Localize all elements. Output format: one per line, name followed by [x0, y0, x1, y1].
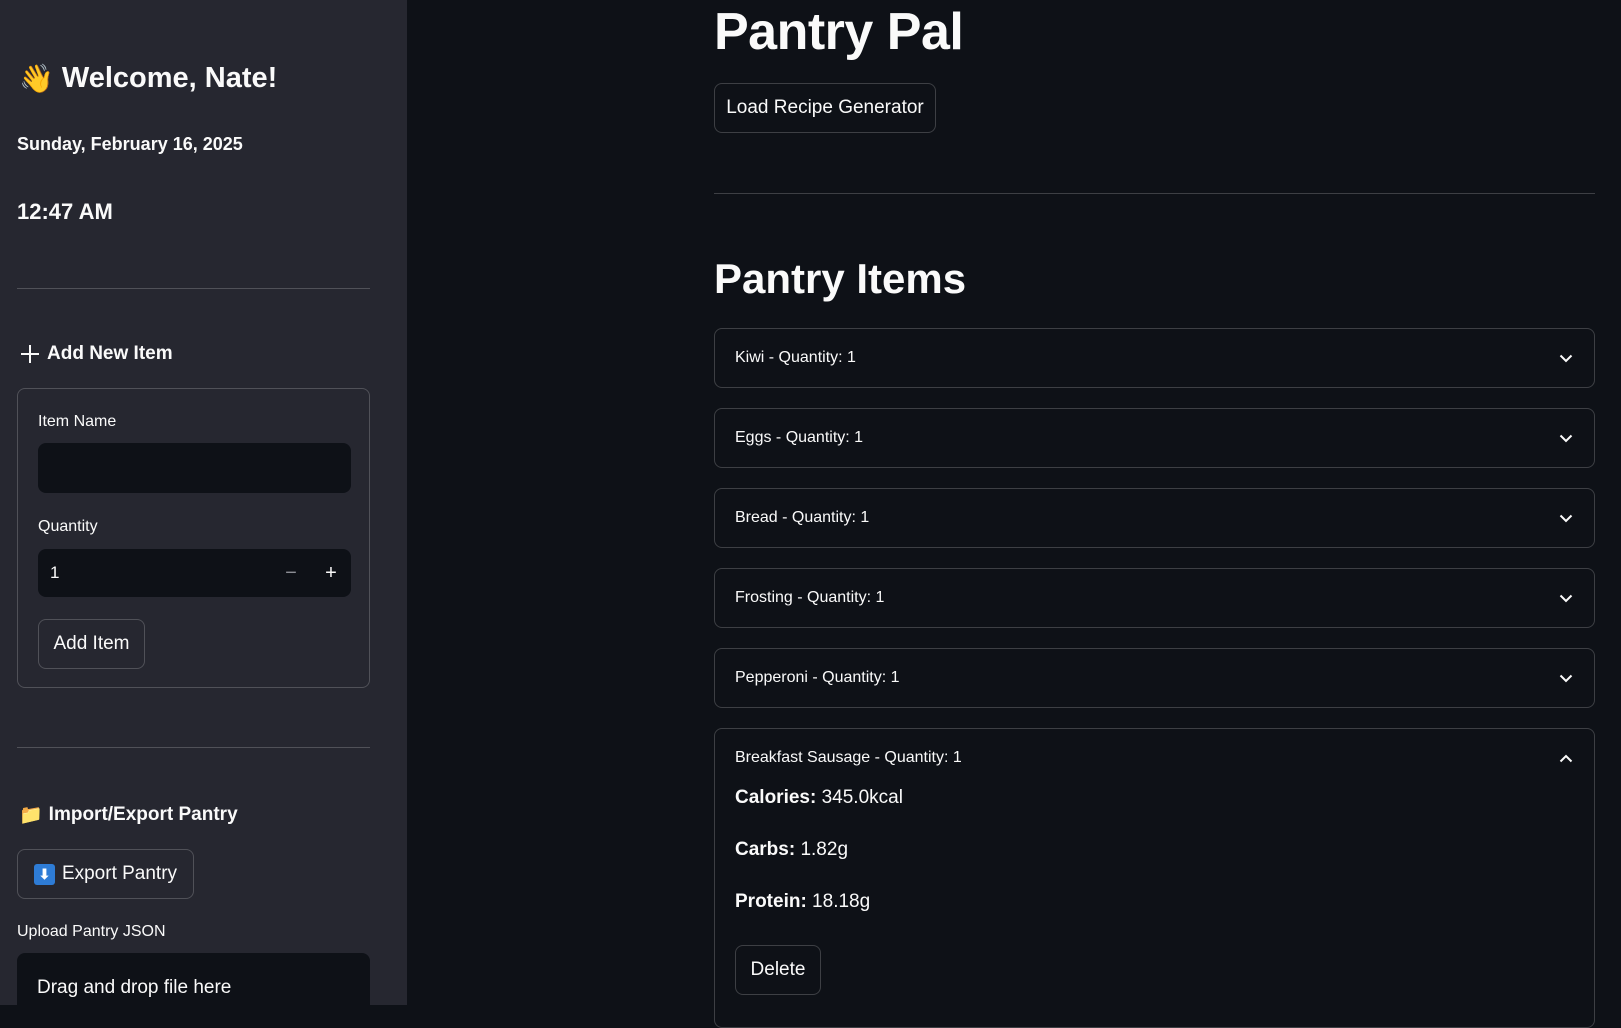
pantry-item-label: Pepperoni - Quantity: 1: [735, 669, 900, 686]
pantry-items-heading: Pantry Items: [714, 255, 967, 302]
pantry-item-expander[interactable]: Bread - Quantity: 1: [714, 488, 1595, 548]
main-divider: [714, 193, 1595, 194]
folder-icon: 📁: [19, 804, 43, 826]
waving-hand-icon: 👋: [19, 62, 54, 94]
pantry-item-expander[interactable]: Pepperoni - Quantity: 1: [714, 648, 1595, 708]
pantry-item-label: Breakfast Sausage - Quantity: 1: [735, 749, 962, 766]
calories-value: 345.0kcal: [816, 787, 903, 808]
pantry-item-expander-expanded[interactable]: Breakfast Sausage - Quantity: 1 Calories…: [714, 728, 1595, 1028]
chevron-down-icon: [1558, 670, 1574, 686]
protein-line: Protein: 18.18g: [735, 891, 1574, 943]
pantry-item-label: Bread - Quantity: 1: [735, 509, 870, 526]
down-arrow-icon: ⬇: [33, 863, 55, 885]
welcome-heading: 👋 Welcome, Nate!: [19, 62, 277, 95]
calories-line: Calories: 345.0kcal: [735, 787, 1574, 839]
pantry-item-expander[interactable]: Kiwi - Quantity: 1: [714, 328, 1595, 388]
delete-button[interactable]: Delete: [735, 945, 821, 995]
protein-value: 18.18g: [806, 891, 871, 912]
file-dropzone[interactable]: Drag and drop file here: [17, 953, 370, 1005]
chevron-up-icon: [1558, 750, 1574, 766]
expander-header[interactable]: Breakfast Sausage - Quantity: 1: [715, 729, 1594, 787]
load-recipe-generator-button[interactable]: Load Recipe Generator: [714, 83, 936, 133]
pantry-item-expander[interactable]: Eggs - Quantity: 1: [714, 408, 1595, 468]
expander-header[interactable]: Pepperoni - Quantity: 1: [715, 649, 1594, 707]
pantry-item-label: Kiwi - Quantity: 1: [735, 349, 856, 366]
plus-icon: [19, 343, 41, 365]
current-date: Sunday, February 16, 2025: [17, 134, 243, 154]
decrement-button[interactable]: −: [271, 549, 311, 597]
carbs-label: Carbs:: [735, 839, 796, 860]
quantity-stepper[interactable]: 1 − +: [38, 549, 351, 597]
pantry-item-label: Frosting - Quantity: 1: [735, 589, 885, 606]
import-export-heading-text: Import/Export Pantry: [48, 804, 238, 825]
expander-body: Calories: 345.0kcal Carbs: 1.82g Protein…: [715, 787, 1594, 995]
upload-label: Upload Pantry JSON: [17, 923, 166, 940]
item-name-input[interactable]: [38, 443, 351, 493]
calories-label: Calories:: [735, 787, 817, 808]
welcome-text: Welcome, Nate!: [61, 62, 278, 94]
chevron-down-icon: [1558, 350, 1574, 366]
expander-header[interactable]: Frosting - Quantity: 1: [715, 569, 1594, 627]
expander-header[interactable]: Eggs - Quantity: 1: [715, 409, 1594, 467]
increment-button[interactable]: +: [311, 549, 351, 597]
sidebar: 👋 Welcome, Nate! Sunday, February 16, 20…: [0, 0, 407, 1005]
chevron-down-icon: [1558, 590, 1574, 606]
chevron-down-icon: [1558, 510, 1574, 526]
export-pantry-label: Export Pantry: [61, 863, 178, 884]
export-pantry-button[interactable]: ⬇ Export Pantry: [17, 849, 194, 899]
import-export-heading: 📁 Import/Export Pantry: [19, 804, 238, 826]
quantity-value[interactable]: 1: [38, 563, 271, 583]
current-time: 12:47 AM: [17, 199, 113, 224]
expander-header[interactable]: Kiwi - Quantity: 1: [715, 329, 1594, 387]
quantity-label: Quantity: [38, 518, 98, 535]
add-item-form: Item Name Quantity 1 − + Add Item: [17, 388, 370, 688]
add-item-heading-text: Add New Item: [47, 343, 173, 364]
add-item-heading: Add New Item: [19, 343, 173, 365]
chevron-down-icon: [1558, 430, 1574, 446]
pantry-item-label: Eggs - Quantity: 1: [735, 429, 864, 446]
pantry-item-expander[interactable]: Frosting - Quantity: 1: [714, 568, 1595, 628]
page-title: Pantry Pal: [714, 3, 964, 61]
carbs-value: 1.82g: [795, 839, 849, 860]
add-item-button[interactable]: Add Item: [38, 619, 145, 669]
main-content: Pantry Pal Load Recipe Generator Pantry …: [407, 0, 1621, 1028]
carbs-line: Carbs: 1.82g: [735, 839, 1574, 891]
item-name-label: Item Name: [38, 413, 117, 430]
protein-label: Protein:: [735, 891, 807, 912]
dropzone-text: Drag and drop file here: [37, 977, 232, 998]
sidebar-divider: [17, 747, 370, 748]
sidebar-divider: [17, 288, 370, 289]
expander-header[interactable]: Bread - Quantity: 1: [715, 489, 1594, 547]
